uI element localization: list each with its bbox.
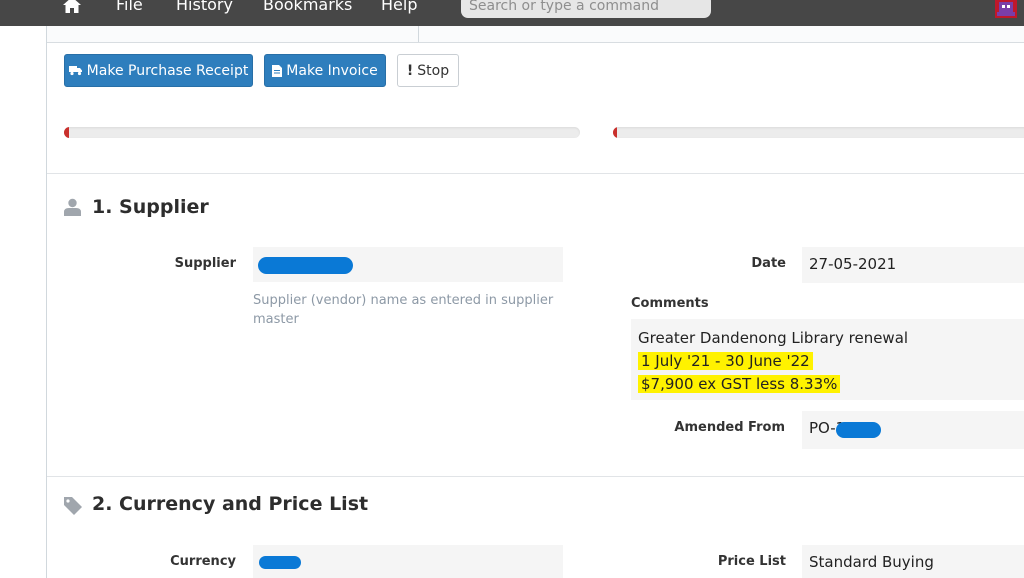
price-list-value: Standard Buying [809,553,934,571]
avatar[interactable] [995,0,1017,18]
menu-history[interactable]: History [176,0,233,14]
page-border [46,26,47,578]
supplier-help-line: Supplier (vendor) name as entered in sup… [253,293,554,308]
tag-icon [64,497,82,515]
section-divider [47,173,1024,174]
supplier-help-line: master [253,312,299,327]
make-invoice-button[interactable]: Make Invoice [264,54,386,87]
comment-line-highlighted: 1 July '21 - 30 June '22 [638,352,813,370]
home-icon[interactable] [62,0,82,14]
make-purchase-receipt-label: Make Purchase Receipt [86,62,249,79]
progress-bar-received [64,127,580,138]
progress-fill-billed [613,127,618,138]
stop-label: Stop [417,62,450,79]
progress-fill-received [64,127,70,138]
comment-line: Greater Dandenong Library renewal [638,329,909,347]
menu-bookmarks[interactable]: Bookmarks [263,0,352,14]
left-gutter [0,26,46,578]
comments-label: Comments [631,296,709,311]
menu-file[interactable]: File [116,0,143,14]
date-field[interactable]: 27-05-2021 [802,247,1024,283]
supplier-help-text: Supplier (vendor) name as entered in sup… [253,291,563,329]
search-input[interactable] [461,0,711,18]
make-invoice-label: Make Invoice [286,62,378,79]
redaction-mark [836,422,881,438]
progress-bar-billed [613,127,1024,138]
truck-icon [68,66,82,76]
comments-field[interactable]: Greater Dandenong Library renewal 1 July… [631,319,1024,400]
file-icon [272,64,283,77]
supplier-label: Supplier [174,256,236,271]
currency-label: Currency [170,554,236,569]
menu-help[interactable]: Help [381,0,417,14]
price-list-label: Price List [717,554,786,569]
redaction-mark [259,556,301,569]
section-heading-currency: 2. Currency and Price List [92,493,369,515]
price-list-field[interactable]: Standard Buying [802,545,1024,578]
top-navbar: File History Bookmarks Help [0,0,1024,26]
redaction-mark [258,257,353,274]
date-value: 27-05-2021 [809,255,897,273]
stop-button[interactable]: ! Stop [397,54,459,87]
comment-line-highlighted: $7,900 ex GST less 8.33% [638,375,841,393]
user-icon [64,198,81,216]
toolbar-divider [418,26,419,42]
date-label: Date [751,256,786,271]
section-divider [47,476,1024,477]
section-heading-supplier: 1. Supplier [92,196,209,218]
amended-from-label: Amended From [674,420,785,435]
make-purchase-receipt-button[interactable]: Make Purchase Receipt [64,54,253,87]
exclamation-icon: ! [406,62,414,79]
toolbar-icons [64,26,404,34]
